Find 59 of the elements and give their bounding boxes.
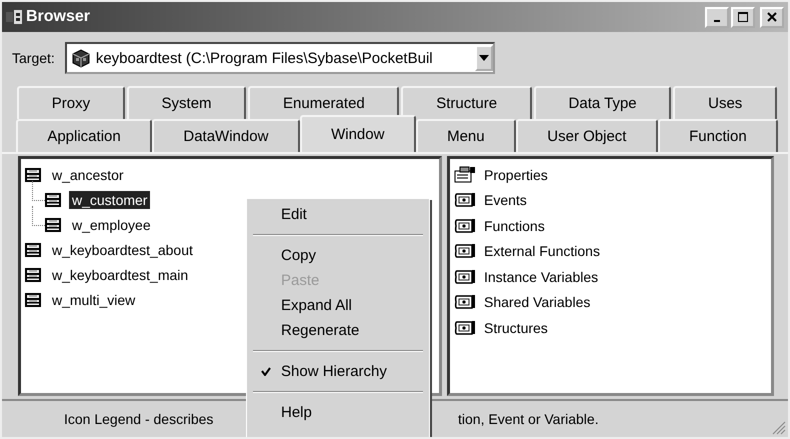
tab[interactable]: Window xyxy=(300,115,416,152)
maximize-icon xyxy=(738,12,748,22)
menu-item[interactable]: Regenerate xyxy=(251,318,425,343)
window-icon xyxy=(25,242,41,256)
menu-item[interactable]: Help xyxy=(251,400,425,425)
member-item[interactable]: Structures xyxy=(484,320,548,336)
scroll-icon xyxy=(454,216,476,235)
tab[interactable]: Application xyxy=(16,119,152,152)
target-dropdown[interactable]: keyboardtest (C:\Program Files\Sybase\PocketBuil xyxy=(64,42,495,74)
status-text: tion, Event or Variable. xyxy=(458,411,600,427)
menu-item[interactable]: Expand All xyxy=(251,293,425,318)
minimize-icon xyxy=(714,20,720,22)
window-title: Browser xyxy=(26,8,90,26)
member-item[interactable]: Shared Variables xyxy=(484,294,590,310)
tab[interactable]: Structure xyxy=(401,86,532,119)
tree-item[interactable]: w_employee xyxy=(69,216,154,234)
member-item[interactable]: Properties xyxy=(484,166,548,183)
tab[interactable]: DataWindow xyxy=(152,119,300,152)
checkmark-icon xyxy=(261,367,271,376)
tree-item[interactable]: w_ancestor xyxy=(49,166,127,184)
menu-item[interactable]: Copy xyxy=(251,243,425,268)
window-icon xyxy=(45,192,61,206)
resize-grip-icon xyxy=(772,421,786,435)
target-label: Target: xyxy=(12,50,55,66)
window-icon xyxy=(45,218,61,232)
tab[interactable]: Uses xyxy=(673,86,778,119)
member-item[interactable]: Functions xyxy=(484,218,545,234)
tab[interactable]: Menu xyxy=(416,119,516,152)
scroll-icon xyxy=(454,242,476,260)
close-icon xyxy=(767,12,777,22)
menu-item[interactable]: Show Hierarchy xyxy=(251,359,425,384)
window-icon xyxy=(25,292,41,306)
close-button[interactable] xyxy=(760,6,784,28)
member-item[interactable]: Events xyxy=(484,192,527,208)
minimize-button[interactable] xyxy=(705,6,729,28)
tab[interactable]: Enumerated xyxy=(248,86,400,119)
status-text: Icon Legend - describes xyxy=(64,411,214,427)
tab[interactable]: User Object xyxy=(516,119,658,152)
member-item[interactable]: Instance Variables xyxy=(484,268,598,285)
scroll-icon xyxy=(454,268,476,286)
properties-icon xyxy=(454,166,476,184)
maximize-button[interactable] xyxy=(731,6,755,28)
tree-item[interactable]: w_customer xyxy=(69,190,150,208)
menu-item[interactable]: Edit xyxy=(251,202,425,227)
tab[interactable]: System xyxy=(126,86,246,119)
tab[interactable]: Function xyxy=(658,119,778,152)
tree-item[interactable]: w_keyboardtest_about xyxy=(49,240,196,258)
app-icon xyxy=(6,10,22,24)
member-item[interactable]: External Functions xyxy=(484,243,600,260)
window-icon xyxy=(25,168,41,182)
tab[interactable]: Proxy xyxy=(17,86,125,119)
tree-item[interactable]: w_multi_view xyxy=(49,290,138,308)
tree-item[interactable]: w_keyboardtest_main xyxy=(49,266,192,284)
cube-icon xyxy=(70,48,91,68)
window-icon xyxy=(25,268,41,282)
scroll-icon xyxy=(454,318,476,337)
scroll-icon xyxy=(454,293,476,312)
tab[interactable]: Data Type xyxy=(534,86,672,119)
scroll-icon xyxy=(454,191,476,210)
